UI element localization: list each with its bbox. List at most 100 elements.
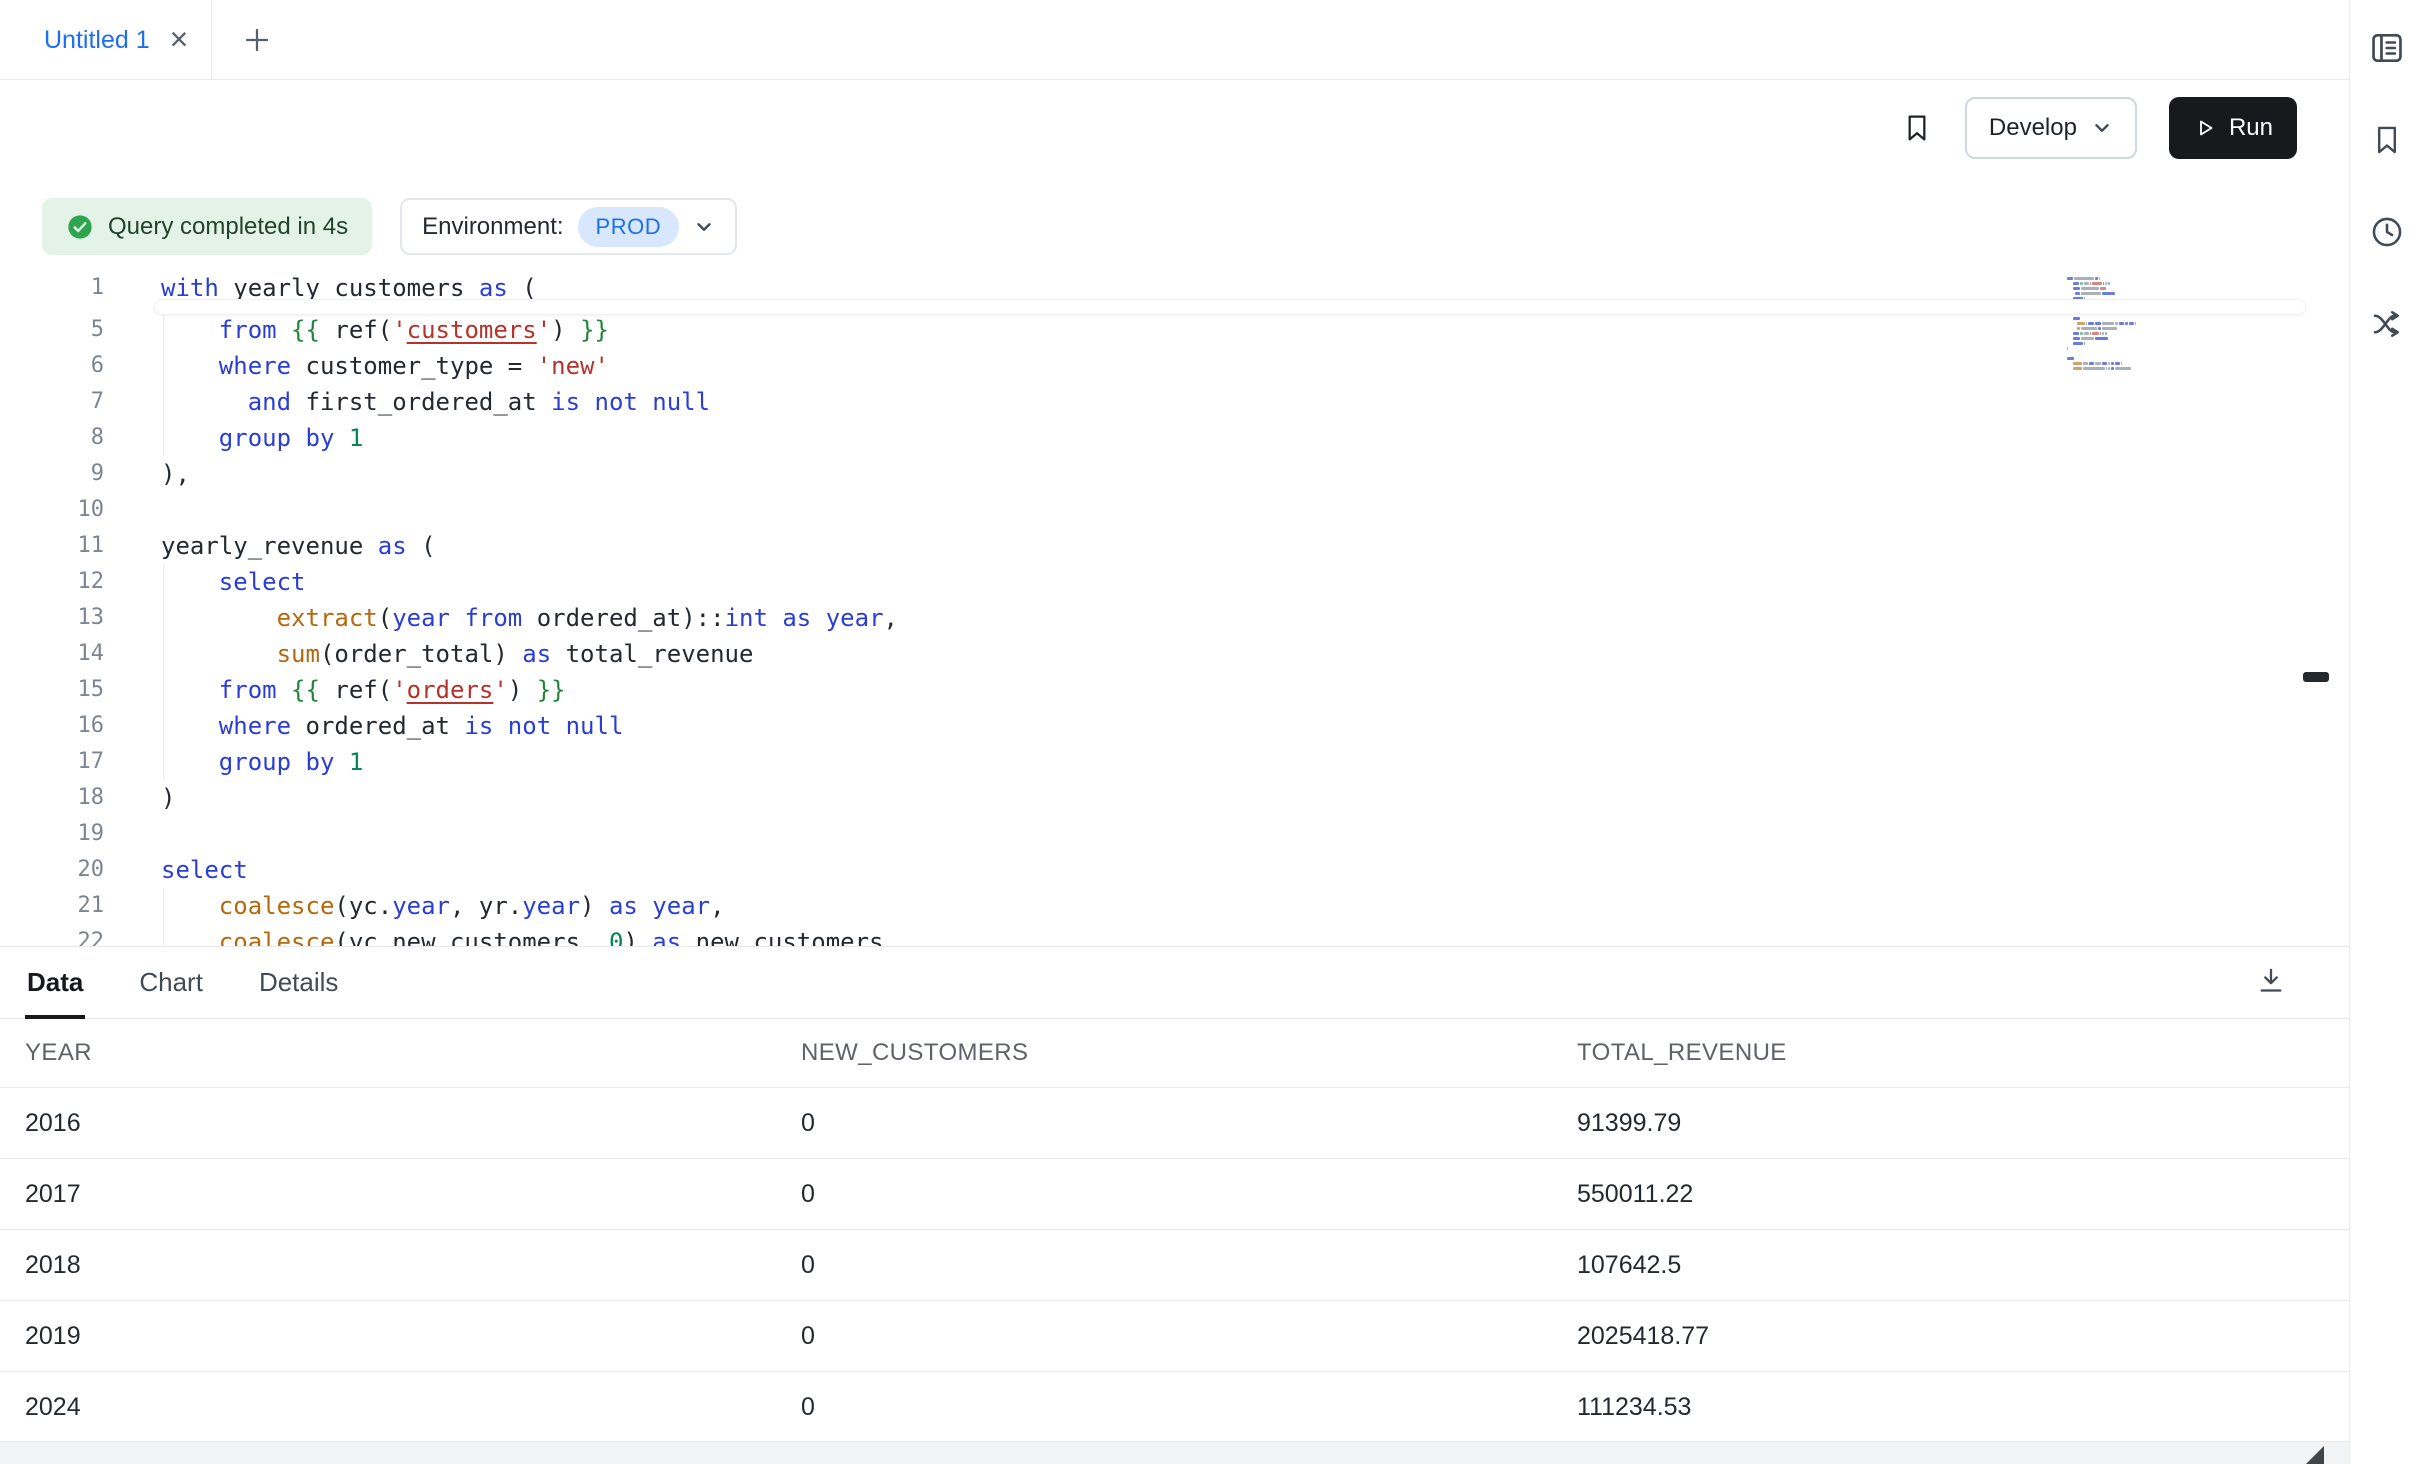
bookmarks-panel-button[interactable] [2367, 120, 2407, 160]
table-row: 20170550011.22 [0, 1158, 2349, 1229]
results-table-header: YEARNEW_CUSTOMERSTOTAL_REVENUE [0, 1019, 2349, 1087]
download-icon [2255, 964, 2287, 996]
table-cell: 91399.79 [1552, 1109, 2349, 1138]
tab-title: Untitled 1 [44, 26, 150, 55]
results-tab-details[interactable]: Details [257, 947, 340, 1018]
ref-link[interactable]: orders [407, 676, 494, 704]
column-header: YEAR [0, 1039, 776, 1067]
bookmark-icon [2370, 122, 2404, 158]
line-number: 16 [0, 708, 104, 744]
editor-sticky-divider [155, 300, 2305, 314]
develop-button[interactable]: Develop [1965, 97, 2137, 159]
environment-selector[interactable]: Environment: PROD [400, 198, 737, 255]
line-number: 5 [0, 312, 104, 348]
table-cell: 2024 [0, 1393, 776, 1422]
line-number: 7 [0, 384, 104, 420]
editor-minimap[interactable] [2067, 276, 2185, 371]
code-line[interactable]: 11 yearly_revenue as ( [0, 528, 2349, 564]
code-text: sum(order_total) as total_revenue [161, 636, 753, 672]
line-number: 15 [0, 672, 104, 708]
table-row: 20180107642.5 [0, 1229, 2349, 1300]
plus-icon [242, 25, 272, 55]
table-cell: 2019 [0, 1322, 776, 1351]
code-text: extract(year from ordered_at)::int as ye… [161, 600, 898, 636]
line-number: 13 [0, 600, 104, 636]
code-text: where ordered_at is not null [161, 708, 623, 744]
main-area: Untitled 1 × Develop Run [0, 0, 2349, 1464]
ref-link[interactable]: customers [407, 316, 537, 344]
resize-corner [2306, 1446, 2324, 1464]
tab-untitled-1[interactable]: Untitled 1 × [0, 0, 212, 80]
code-line[interactable]: 12 select [0, 564, 2349, 600]
chevron-down-icon [2091, 117, 2113, 139]
history-icon [2369, 214, 2405, 250]
code-line[interactable]: 20select [0, 852, 2349, 888]
code-text: group by 1 [161, 744, 363, 780]
code-line[interactable]: 16 where ordered_at is not null [0, 708, 2349, 744]
run-button[interactable]: Run [2169, 97, 2297, 159]
code-line[interactable]: 5 from {{ ref('customers') }} [0, 312, 2349, 348]
history-panel-button[interactable] [2367, 212, 2407, 252]
horizontal-scrollbar[interactable] [0, 1441, 2349, 1464]
code-line[interactable]: 6 where customer_type = 'new' [0, 348, 2349, 384]
develop-label: Develop [1989, 114, 2077, 142]
line-number: 11 [0, 528, 104, 564]
lineage-panel-button[interactable] [2367, 304, 2407, 344]
code-text: group by 1 [161, 420, 363, 456]
query-status-text: Query completed in 4s [108, 213, 348, 241]
code-line[interactable]: 22 coalesce(yc.new_customers, 0) as new_… [0, 924, 2349, 946]
line-number: 18 [0, 780, 104, 816]
results-table-body: 2016091399.7920170550011.2220180107642.5… [0, 1087, 2349, 1442]
editor-config-button[interactable] [2367, 28, 2407, 68]
line-number: 6 [0, 348, 104, 384]
column-header: NEW_CUSTOMERS [776, 1039, 1552, 1067]
right-icon-rail [2349, 0, 2424, 1464]
code-text: ), [161, 456, 190, 492]
sql-ide-window: Untitled 1 × Develop Run [0, 0, 2424, 1464]
new-tab-button[interactable] [226, 0, 288, 80]
code-line[interactable]: 7 and first_ordered_at is not null [0, 384, 2349, 420]
code-line[interactable]: 14 sum(order_total) as total_revenue [0, 636, 2349, 672]
code-line[interactable]: 10 [0, 492, 2349, 528]
close-icon[interactable]: × [170, 23, 189, 55]
table-cell: 550011.22 [1552, 1180, 2349, 1209]
table-cell: 0 [776, 1251, 1552, 1280]
toolbar: Develop Run [0, 80, 2349, 176]
code-text: ) [161, 780, 175, 816]
table-cell: 0 [776, 1180, 1552, 1209]
table-row: 2016091399.79 [0, 1087, 2349, 1158]
code-line[interactable]: 15 from {{ ref('orders') }} [0, 672, 2349, 708]
play-icon [2193, 116, 2217, 140]
line-number: 1 [0, 270, 104, 306]
bookmark-button[interactable] [1901, 111, 1933, 145]
table-row: 20240111234.53 [0, 1371, 2349, 1442]
code-text: from {{ ref('customers') }} [161, 312, 609, 348]
query-status-badge: Query completed in 4s [42, 198, 372, 255]
code-line[interactable]: 18) [0, 780, 2349, 816]
code-text: yearly_revenue as ( [161, 528, 436, 564]
editor-scrollbar-thumb[interactable] [2303, 672, 2329, 682]
chevron-down-icon [693, 216, 715, 238]
numbered-list-icon [2368, 29, 2406, 67]
code-text: and first_ordered_at is not null [161, 384, 710, 420]
code-line[interactable]: 13 extract(year from ordered_at)::int as… [0, 600, 2349, 636]
results-panel: Data Chart Details YEARNEW_CUSTOMERSTOTAL_… [0, 946, 2349, 1464]
code-text: where customer_type = 'new' [161, 348, 609, 384]
column-header: TOTAL_REVENUE [1552, 1039, 2349, 1067]
code-text: coalesce(yc.new_customers, 0) as new_cus… [161, 924, 898, 946]
lineage-icon [2369, 306, 2405, 342]
line-number: 22 [0, 924, 104, 946]
line-number: 14 [0, 636, 104, 672]
results-tab-data[interactable]: Data [25, 947, 85, 1018]
sql-editor[interactable]: 1with yearly_customers as (5 from {{ ref… [0, 256, 2349, 946]
code-line[interactable]: 9), [0, 456, 2349, 492]
results-tab-chart[interactable]: Chart [137, 947, 205, 1018]
code-line[interactable]: 19 [0, 816, 2349, 852]
download-results-button[interactable] [2255, 964, 2287, 1001]
code-line[interactable]: 21 coalesce(yc.year, yr.year) as year, [0, 888, 2349, 924]
code-text: from {{ ref('orders') }} [161, 672, 566, 708]
table-cell: 107642.5 [1552, 1251, 2349, 1280]
check-circle-icon [66, 213, 94, 241]
code-line[interactable]: 8 group by 1 [0, 420, 2349, 456]
code-line[interactable]: 17 group by 1 [0, 744, 2349, 780]
